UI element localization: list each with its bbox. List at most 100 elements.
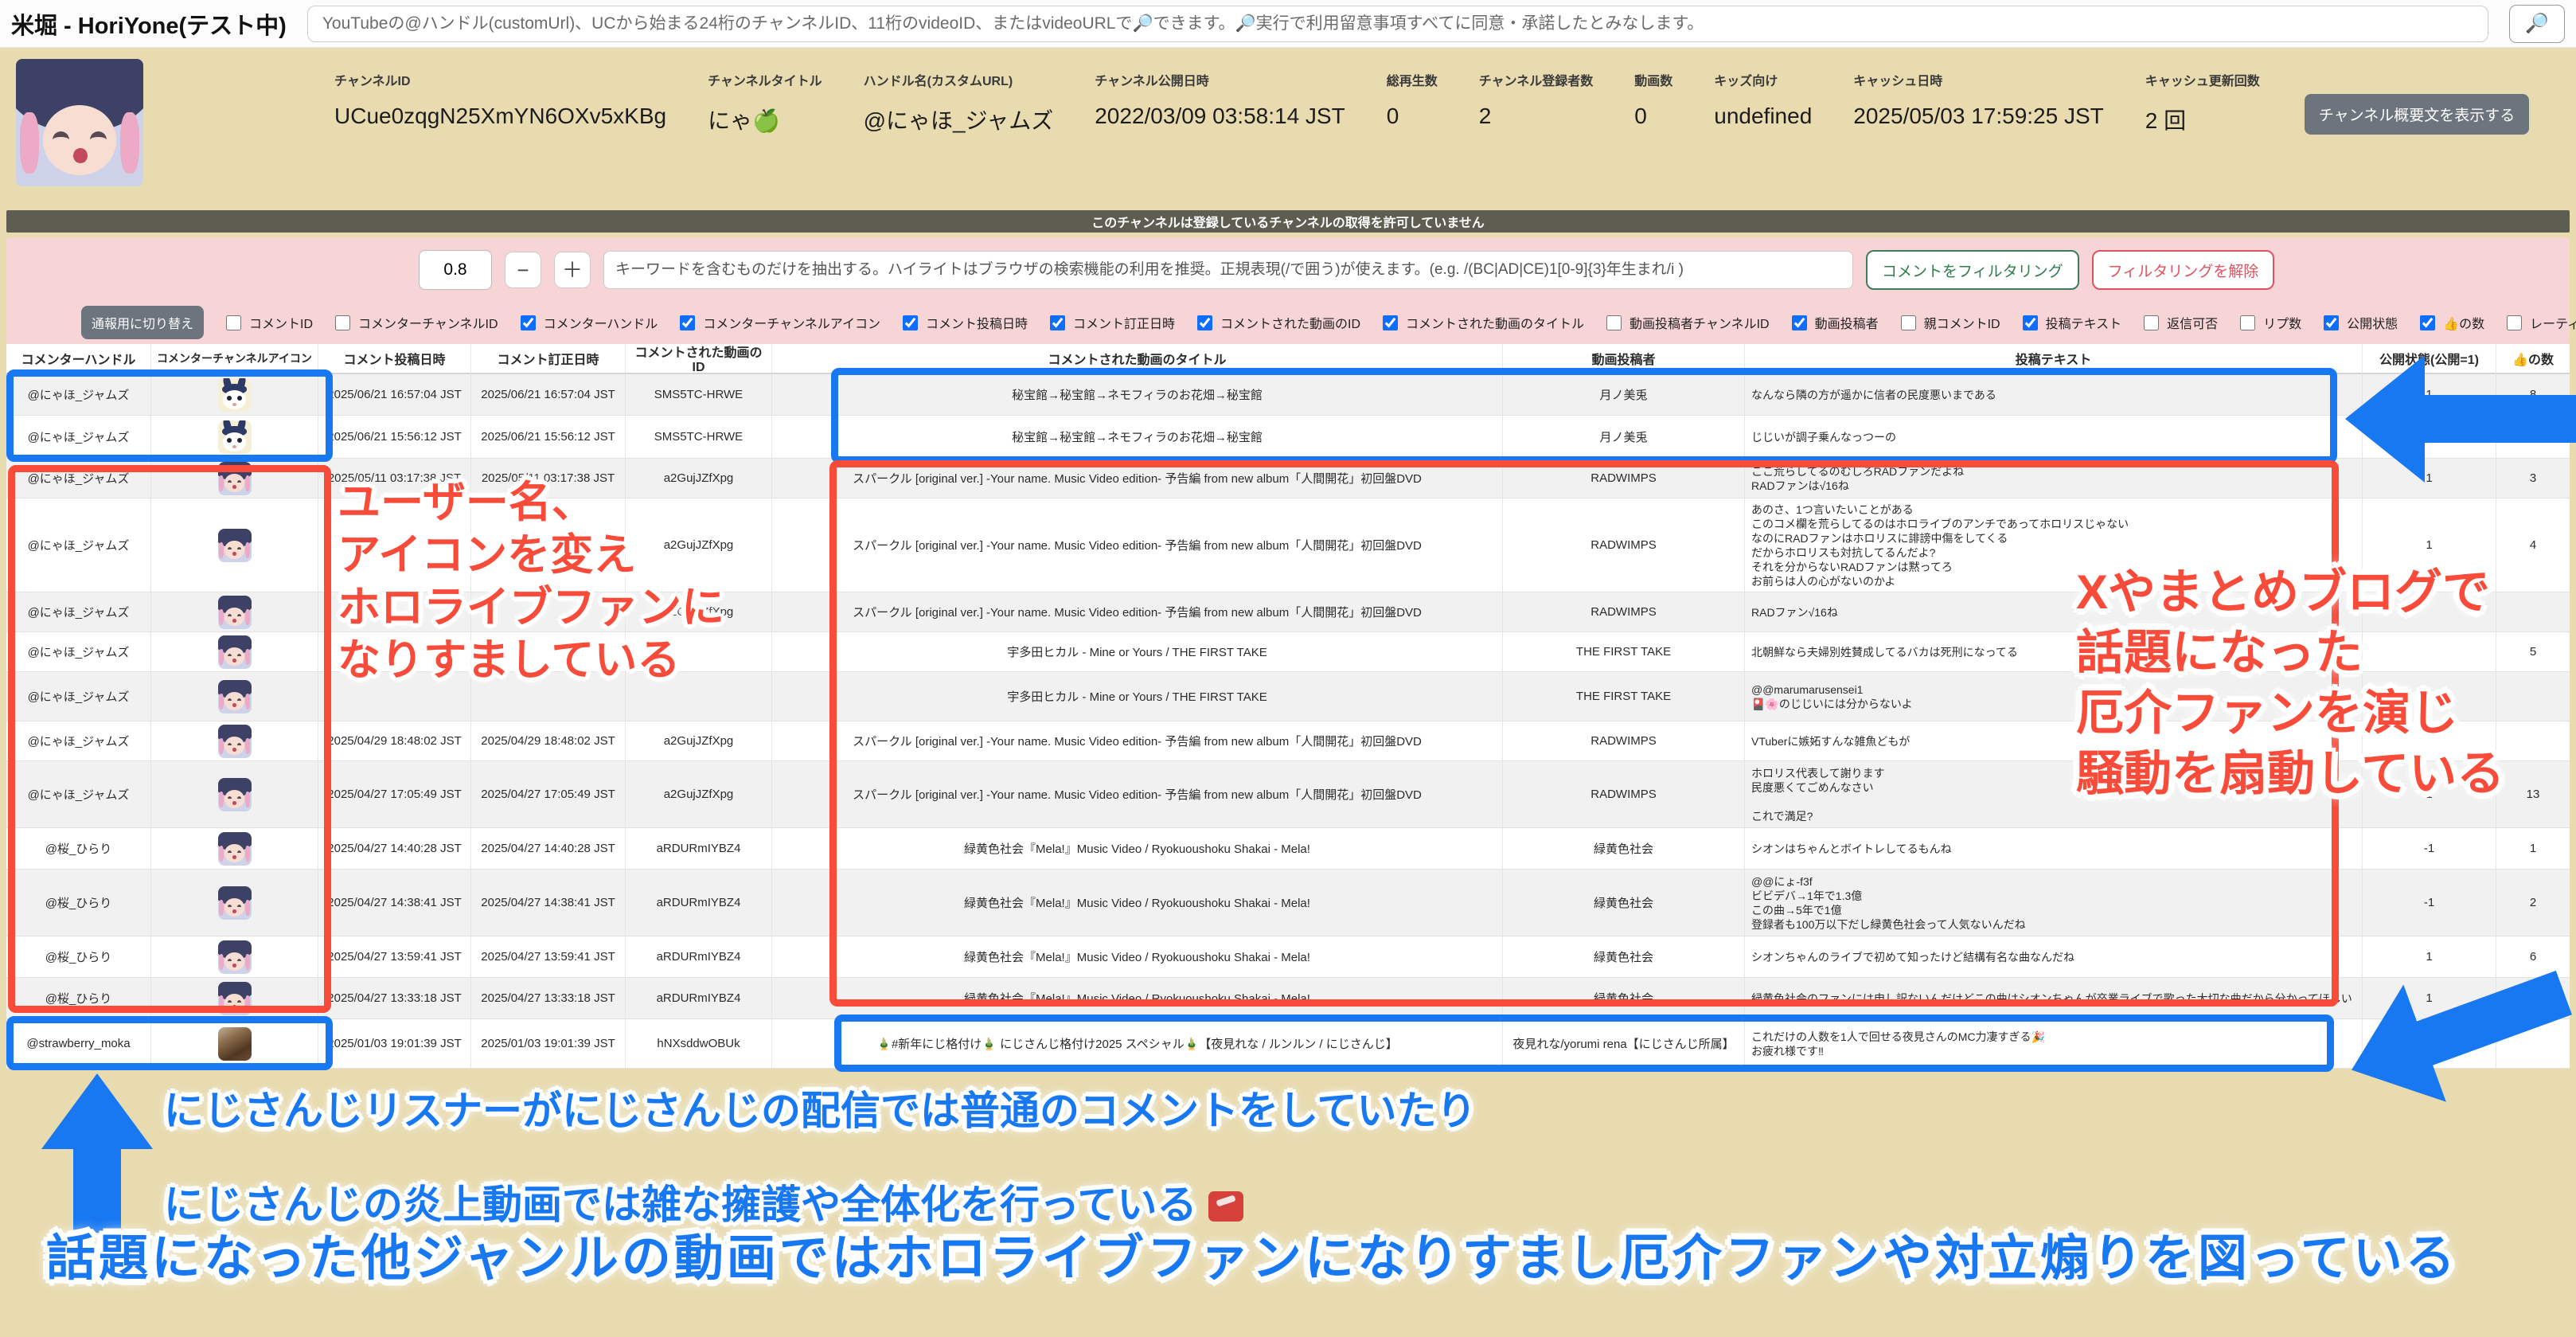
- channel-search-input[interactable]: [307, 6, 2488, 42]
- checkbox-label: 👍の数: [2443, 313, 2484, 332]
- comment-cell-edited: 2025/04/27 17:05:49 JST: [471, 761, 626, 828]
- channel-field-label: キッズ向け: [1714, 70, 1812, 89]
- comment-cell-likes: 6: [2496, 936, 2570, 978]
- commenter-photo-avatar-icon: [218, 1027, 252, 1061]
- column-checkbox-13[interactable]: リプ数: [2237, 313, 2301, 333]
- column-checkbox-12[interactable]: 返信可否: [2141, 313, 2218, 333]
- comment-cell-text: 緑黄色社会のファンには申し訳ないんだけどこの曲はシオンちゃんが卒業ライブで歌った…: [1745, 978, 2363, 1019]
- column-checkbox-3[interactable]: コメンターチャンネルアイコン: [677, 313, 880, 333]
- comment-cell-visibility: [2363, 1019, 2496, 1069]
- column-checkbox-9[interactable]: 動画投稿者: [1789, 313, 1879, 333]
- comment-cell-posted: [318, 672, 471, 721]
- search-button[interactable]: 🔎: [2509, 5, 2565, 43]
- comment-cell-text: RADファン√16ね: [1745, 592, 2363, 632]
- comment-cell-video_id: [626, 672, 772, 721]
- column-checkbox-16[interactable]: レーティング: [2504, 313, 2576, 333]
- apply-filter-button[interactable]: コメントをフィルタリング: [1866, 250, 2079, 290]
- comment-cell-video_id: aRDURmIYBZ4: [626, 870, 772, 936]
- commenter-avatar-cell: [151, 870, 318, 936]
- table-header-cell: 👍の数: [2496, 344, 2570, 374]
- threshold-minus-button[interactable]: −: [505, 252, 541, 288]
- channel-field-value: undefined: [1714, 104, 1812, 129]
- comment-cell-poster: RADWIMPS: [1503, 761, 1745, 828]
- commenter-girl-avatar-icon: [218, 680, 252, 713]
- checkbox-input[interactable]: [226, 315, 241, 330]
- column-checkbox-10[interactable]: 親コメントID: [1898, 313, 2000, 333]
- channel-field-label: キャッシュ更新回数: [2145, 70, 2260, 89]
- clear-filter-button[interactable]: フィルタリングを解除: [2092, 250, 2275, 290]
- commenter-girl-avatar-icon: [218, 982, 252, 1015]
- column-checkbox-5[interactable]: コメント訂正日時: [1047, 313, 1175, 333]
- comment-cell-poster: RADWIMPS: [1503, 459, 1745, 498]
- comment-cell-handle: @にゃほ_ジャムズ: [6, 374, 151, 416]
- comment-cell-edited: 2025/04/29 18:48:02 JST: [471, 721, 626, 761]
- column-checkbox-6[interactable]: コメントされた動画のID: [1194, 313, 1360, 333]
- table-header-cell: 公開状態(公開=1): [2363, 344, 2496, 374]
- channel-field-value: UCue0zqgN25XmYN6OXv5xKBg: [334, 104, 666, 129]
- column-checkbox-11[interactable]: 投稿テキスト: [2020, 313, 2122, 333]
- checkbox-label: レーティング: [2530, 313, 2576, 332]
- checkbox-input[interactable]: [1050, 315, 1065, 330]
- checkbox-input[interactable]: [903, 315, 918, 330]
- checkbox-label: コメントID: [249, 313, 313, 332]
- checkbox-input[interactable]: [1197, 315, 1212, 330]
- checkbox-input[interactable]: [2023, 315, 2038, 330]
- checkbox-input[interactable]: [1383, 315, 1398, 330]
- comment-row: @桜_ひらり2025/04/27 13:33:18 JST2025/04/27 …: [6, 978, 2570, 1019]
- minus-icon: −: [517, 260, 529, 280]
- column-checkbox-15[interactable]: 👍の数: [2417, 313, 2484, 333]
- commenter-avatar-cell: [151, 1019, 318, 1069]
- comment-cell-edited: [471, 672, 626, 721]
- checkbox-input[interactable]: [2507, 315, 2522, 330]
- threshold-plus-button[interactable]: ＋: [554, 252, 591, 288]
- comment-cell-edited: [471, 592, 626, 632]
- table-header-cell: 動画投稿者: [1503, 344, 1745, 374]
- comment-cell-visibility: [2363, 672, 2496, 721]
- table-header-cell: コメンターチャンネルアイコン: [151, 344, 318, 374]
- checkbox-input[interactable]: [1901, 315, 1916, 330]
- commenter-avatar-cell: [151, 761, 318, 828]
- column-checkbox-8[interactable]: 動画投稿者チャンネルID: [1603, 313, 1770, 333]
- comment-cell-edited: [471, 498, 626, 592]
- comments-table: コメンターハンドルコメンターチャンネルアイコンコメント投稿日時コメント訂正日時コ…: [6, 344, 2570, 1069]
- comment-cell-handle: @strawberry_moka: [6, 1019, 151, 1069]
- report-mode-toggle-button[interactable]: 通報用に切り替え: [81, 306, 204, 339]
- checkbox-label: 動画投稿者: [1815, 313, 1879, 332]
- column-checkbox-7[interactable]: コメントされた動画のタイトル: [1380, 313, 1584, 333]
- channel-summary-button[interactable]: チャンネル概要文を表示する: [2305, 94, 2529, 135]
- comment-cell-title: 宇多田ヒカル - Mine or Yours / THE FIRST TAKE: [772, 672, 1503, 721]
- checkbox-input[interactable]: [2420, 315, 2435, 330]
- checkbox-input[interactable]: [2144, 315, 2159, 330]
- comment-cell-edited: [471, 632, 626, 672]
- comment-cell-poster: RADWIMPS: [1503, 498, 1745, 592]
- column-checkbox-2[interactable]: コメンターハンドル: [517, 313, 658, 333]
- checkbox-label: 動画投稿者チャンネルID: [1630, 313, 1770, 332]
- comment-cell-handle: @にゃほ_ジャムズ: [6, 721, 151, 761]
- comment-cell-video_id: a2GujJZfXpg: [626, 761, 772, 828]
- checkbox-input[interactable]: [680, 315, 695, 330]
- comment-row: @桜_ひらり2025/04/27 14:40:28 JST2025/04/27 …: [6, 828, 2570, 870]
- column-checkbox-14[interactable]: 公開状態: [2320, 313, 2398, 333]
- column-checkbox-4[interactable]: コメント投稿日時: [900, 313, 1028, 333]
- checkbox-input[interactable]: [335, 315, 350, 330]
- comment-row: @にゃほ_ジャムズ宇多田ヒカル - Mine or Yours / THE FI…: [6, 632, 2570, 672]
- checkbox-input[interactable]: [2324, 315, 2339, 330]
- checkbox-input[interactable]: [1606, 315, 1622, 330]
- column-checkbox-1[interactable]: コメンターチャンネルID: [332, 313, 498, 333]
- commenter-rabbit-avatar-icon: [218, 420, 252, 454]
- channel-field-7: キッズ向け undefined: [1714, 70, 1812, 135]
- column-checkbox-0[interactable]: コメントID: [223, 313, 313, 333]
- channel-field-value: 2022/03/09 03:58:14 JST: [1095, 104, 1345, 129]
- comment-cell-posted: 2025/01/03 19:01:39 JST: [318, 1019, 471, 1069]
- threshold-input[interactable]: [419, 250, 492, 290]
- checkbox-input[interactable]: [2240, 315, 2255, 330]
- comment-cell-edited: 2025/01/03 19:01:39 JST: [471, 1019, 626, 1069]
- checkbox-label: コメント投稿日時: [926, 313, 1028, 332]
- comment-cell-poster: RADWIMPS: [1503, 592, 1745, 632]
- commenter-avatar-cell: [151, 936, 318, 978]
- keyword-filter-input[interactable]: [603, 251, 1853, 289]
- comment-cell-handle: @にゃほ_ジャムズ: [6, 761, 151, 828]
- checkbox-input[interactable]: [521, 315, 536, 330]
- checkbox-input[interactable]: [1792, 315, 1807, 330]
- comment-cell-likes: [2496, 721, 2570, 761]
